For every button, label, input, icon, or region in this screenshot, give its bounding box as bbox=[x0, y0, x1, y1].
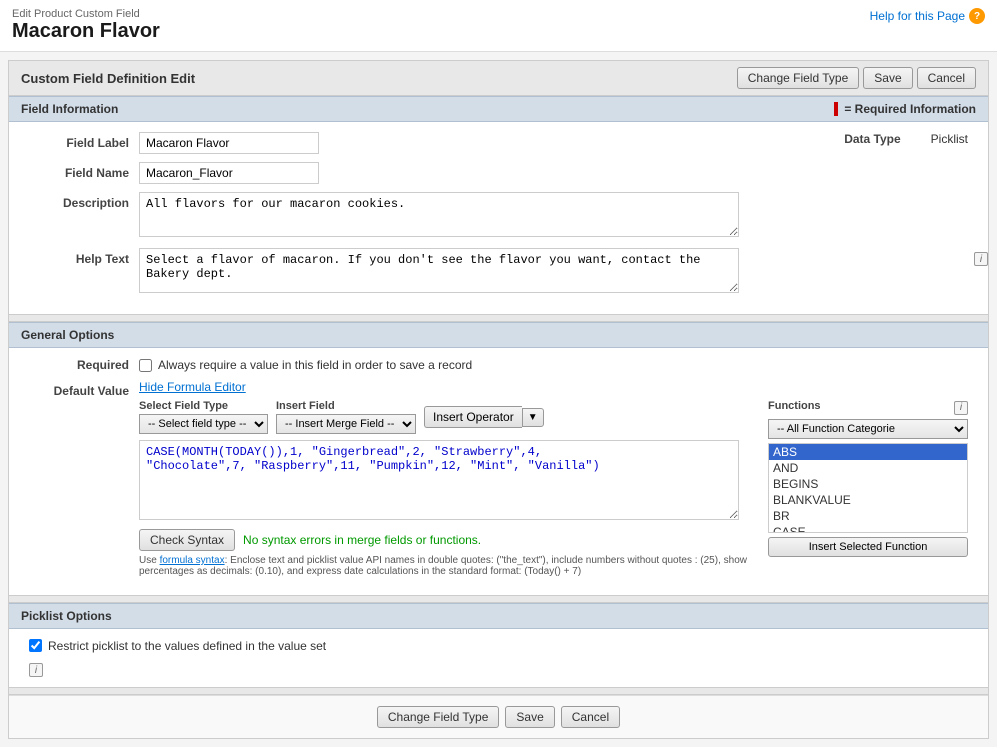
description-label: Description bbox=[29, 192, 139, 210]
function-item-and[interactable]: AND bbox=[769, 460, 967, 476]
help-text-row: Help Text i bbox=[29, 248, 968, 296]
functions-list[interactable]: ABS AND BEGINS BLANKVALUE BR CASE bbox=[768, 443, 968, 533]
field-info-body: Field Label Data Type Picklist Field Nam… bbox=[9, 122, 988, 314]
field-info-title-bar: Field Information = Required Information bbox=[9, 96, 988, 122]
top-bar-left: Edit Product Custom Field Macaron Flavor bbox=[12, 8, 160, 43]
insert-operator-group: Insert Operator ▼ bbox=[424, 406, 544, 428]
functions-info: Functions i bbox=[768, 400, 968, 415]
save-button-top[interactable]: Save bbox=[863, 67, 912, 89]
select-field-type[interactable]: -- Select field type -- bbox=[139, 414, 268, 434]
change-field-type-button-top[interactable]: Change Field Type bbox=[737, 67, 860, 89]
description-field bbox=[139, 192, 968, 240]
edit-product-label: Edit Product Custom Field bbox=[12, 8, 160, 20]
field-info-title: Field Information bbox=[21, 102, 118, 116]
help-text-info-icon[interactable]: i bbox=[974, 252, 988, 266]
description-row: Description bbox=[29, 192, 968, 240]
default-value-label: Default Value bbox=[29, 380, 139, 398]
required-legend: = Required Information bbox=[834, 102, 976, 116]
formula-hint: Use formula syntax: Enclose text and pic… bbox=[139, 555, 756, 577]
insert-field-group: Insert Field -- Insert Merge Field -- bbox=[276, 400, 416, 434]
divider-1 bbox=[9, 314, 988, 322]
picklist-body: Restrict picklist to the values defined … bbox=[9, 629, 988, 687]
cancel-button-bottom[interactable]: Cancel bbox=[561, 706, 620, 728]
insert-operator-arrow-btn[interactable]: ▼ bbox=[522, 408, 544, 427]
required-indicator bbox=[834, 102, 838, 116]
data-type-row: Data Type Picklist bbox=[844, 132, 968, 146]
insert-field-label: Insert Field bbox=[276, 400, 416, 412]
field-label-input[interactable] bbox=[139, 132, 319, 154]
formula-left: Select Field Type -- Select field type -… bbox=[139, 400, 756, 577]
change-field-type-button-bottom[interactable]: Change Field Type bbox=[377, 706, 500, 728]
insert-selected-function-button[interactable]: Insert Selected Function bbox=[768, 537, 968, 557]
page-title: Macaron Flavor bbox=[12, 20, 160, 43]
section-title: Custom Field Definition Edit bbox=[21, 71, 195, 86]
field-name-label: Field Name bbox=[29, 162, 139, 180]
function-item-abs[interactable]: ABS bbox=[769, 444, 967, 460]
select-field-type-group: Select Field Type -- Select field type -… bbox=[139, 400, 268, 434]
function-category-select[interactable]: -- All Function Categorie bbox=[768, 419, 968, 439]
field-name-row: Field Name bbox=[29, 162, 968, 184]
field-name-field bbox=[139, 162, 968, 184]
picklist-options-title-bar: Picklist Options bbox=[9, 603, 988, 629]
help-text-field: i bbox=[139, 248, 968, 296]
insert-operator-button: Insert Operator ▼ bbox=[424, 406, 544, 428]
header-buttons: Change Field Type Save Cancel bbox=[737, 67, 976, 89]
picklist-restrict-checkbox[interactable] bbox=[29, 639, 42, 652]
required-checkbox-label: Always require a value in this field in … bbox=[158, 358, 472, 372]
picklist-restrict-row: Restrict picklist to the values defined … bbox=[29, 639, 968, 653]
functions-panel: Functions i -- All Function Categorie AB… bbox=[768, 400, 968, 577]
required-checkbox-field: Always require a value in this field in … bbox=[139, 358, 472, 372]
field-label-field bbox=[139, 132, 824, 154]
check-syntax-button[interactable]: Check Syntax bbox=[139, 529, 235, 551]
required-row: Required Always require a value in this … bbox=[29, 358, 968, 372]
picklist-options-title: Picklist Options bbox=[21, 609, 112, 623]
insert-operator-main-btn[interactable]: Insert Operator bbox=[424, 406, 522, 428]
required-label: Required bbox=[29, 358, 139, 372]
hide-formula-link[interactable]: Hide Formula Editor bbox=[139, 380, 246, 394]
section-header: Custom Field Definition Edit Change Fiel… bbox=[9, 61, 988, 96]
general-options-title: General Options bbox=[21, 328, 114, 342]
function-item-begins[interactable]: BEGINS bbox=[769, 476, 967, 492]
default-value-field: Hide Formula Editor Select Field Type --… bbox=[139, 380, 968, 577]
no-error-message: No syntax errors in merge fields or func… bbox=[243, 533, 481, 547]
field-name-input[interactable] bbox=[139, 162, 319, 184]
save-button-bottom[interactable]: Save bbox=[505, 706, 554, 728]
functions-info-icon[interactable]: i bbox=[954, 401, 968, 415]
formula-editor[interactable] bbox=[139, 440, 739, 520]
check-syntax-row: Check Syntax No syntax errors in merge f… bbox=[139, 529, 756, 551]
description-textarea[interactable] bbox=[139, 192, 739, 237]
data-type-value: Picklist bbox=[931, 132, 968, 146]
required-checkbox[interactable] bbox=[139, 359, 152, 372]
divider-3 bbox=[9, 687, 988, 695]
insert-merge-field[interactable]: -- Insert Merge Field -- bbox=[276, 414, 416, 434]
bottom-buttons: Change Field Type Save Cancel bbox=[9, 695, 988, 738]
functions-label: Functions bbox=[768, 400, 821, 412]
picklist-restrict-label: Restrict picklist to the values defined … bbox=[48, 639, 326, 653]
function-item-blankvalue[interactable]: BLANKVALUE bbox=[769, 492, 967, 508]
field-label-label: Field Label bbox=[29, 132, 139, 150]
general-options-title-bar: General Options bbox=[9, 322, 988, 348]
general-options-body: Required Always require a value in this … bbox=[9, 348, 988, 595]
top-bar-right: Help for this Page ? bbox=[870, 8, 985, 24]
top-bar: Edit Product Custom Field Macaron Flavor… bbox=[0, 0, 997, 52]
help-text-label: Help Text bbox=[29, 248, 139, 266]
default-value-row: Default Value Hide Formula Editor Select… bbox=[29, 380, 968, 577]
formula-controls: Select Field Type -- Select field type -… bbox=[139, 400, 756, 434]
help-text-textarea[interactable] bbox=[139, 248, 739, 293]
main-container: Custom Field Definition Edit Change Fiel… bbox=[8, 60, 989, 739]
help-icon[interactable]: ? bbox=[969, 8, 985, 24]
data-type-label: Data Type bbox=[844, 132, 900, 146]
picklist-info-icon[interactable]: i bbox=[29, 663, 43, 677]
divider-2 bbox=[9, 595, 988, 603]
function-item-case[interactable]: CASE bbox=[769, 524, 967, 533]
cancel-button-top[interactable]: Cancel bbox=[917, 67, 976, 89]
function-item-br[interactable]: BR bbox=[769, 508, 967, 524]
formula-syntax-link[interactable]: formula syntax bbox=[160, 555, 225, 566]
field-label-row: Field Label Data Type Picklist bbox=[29, 132, 968, 154]
select-field-type-label: Select Field Type bbox=[139, 400, 268, 412]
help-link[interactable]: Help for this Page bbox=[870, 9, 965, 23]
